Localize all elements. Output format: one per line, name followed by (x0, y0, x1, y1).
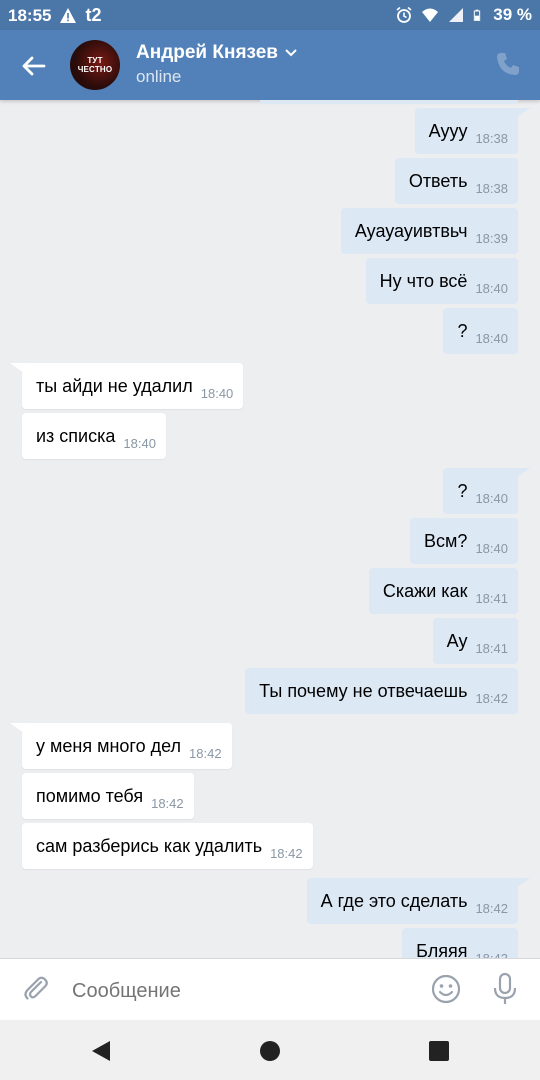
battery-percent: 39 % (493, 5, 532, 24)
message-time: 18:43 (475, 951, 518, 958)
warning-icon (60, 7, 77, 23)
outgoing-message[interactable]: Всм? 18:40 (410, 518, 518, 564)
message-time: 18:40 (123, 436, 156, 451)
incoming-message[interactable]: ты айди не удалил 18:40 (22, 363, 244, 409)
message-text: Ты почему не отвечаешь (259, 681, 468, 701)
outgoing-message[interactable]: Ну что всё 18:40 (365, 258, 518, 304)
bubble-tail (516, 108, 530, 118)
message-time: 18:40 (200, 386, 234, 401)
triangle-back-icon[interactable] (88, 1038, 114, 1064)
smiley-icon[interactable] (430, 973, 462, 1005)
message-text: Ауауауивтвьч (354, 221, 468, 241)
message-time: 18:40 (475, 281, 508, 296)
avatar-logo: ТУТ ЧЕСТНО (77, 56, 113, 74)
message-time: 18:41 (475, 591, 508, 606)
carrier-label: t2 (85, 5, 102, 25)
message-time: 18:42 (270, 846, 303, 861)
outgoing-message[interactable]: Ауауауивтвьч 18:39 (340, 208, 518, 254)
bubble-tail (516, 878, 530, 888)
outgoing-message[interactable]: Бляяя 18:43 (402, 928, 518, 958)
wifi-icon (422, 8, 439, 22)
chat-header: ТУТ ЧЕСТНО Андрей Князев online (0, 30, 540, 100)
message-time: 18:42 (475, 901, 508, 916)
message-text: Аууу (428, 121, 468, 141)
message-time: 18:42 (189, 746, 222, 761)
message-time: 18:40 (475, 491, 508, 506)
system-nav-bar (0, 1020, 540, 1080)
message-text: ? (457, 321, 468, 341)
outgoing-message[interactable]: А где это сделать 18:42 (306, 878, 518, 924)
message-time: 18:38 (475, 181, 508, 196)
status-bar: 18:55 t2 39 % (0, 0, 540, 30)
paperclip-icon[interactable] (20, 973, 52, 1005)
incoming-message[interactable]: сам разберись как удалить 18:42 (22, 823, 313, 869)
message-text: ты айди не удалил (36, 376, 193, 396)
bubble-tail (10, 723, 24, 733)
message-text: помимо тебя (36, 786, 144, 806)
outgoing-message-partial (260, 100, 518, 104)
message-time: 18:42 (475, 691, 508, 706)
alarm-icon (396, 6, 412, 23)
contact-status: online (136, 67, 182, 86)
outgoing-message[interactable]: ? 18:40 (443, 468, 518, 514)
message-time: 18:38 (475, 131, 508, 146)
message-text: из списка (36, 426, 116, 446)
phone-icon[interactable] (494, 50, 522, 78)
outgoing-message[interactable]: Скажи как 18:41 (368, 568, 518, 614)
microphone-icon[interactable] (490, 972, 520, 1006)
message-list[interactable]: Аууу 18:38 Ответь 18:38 Ауауауивтвьч 18:39 Ну … (0, 100, 540, 958)
message-text: Ну что всё (379, 271, 468, 291)
avatar[interactable]: ТУТ ЧЕСТНО (70, 40, 120, 90)
message-text: А где это сделать (320, 891, 468, 911)
chevron-down-icon (285, 49, 297, 57)
back-arrow-icon[interactable] (18, 50, 50, 82)
message-text: сам разберись как удалить (36, 836, 263, 856)
message-time: 18:40 (475, 331, 508, 346)
battery-icon (474, 9, 481, 21)
message-text: ? (457, 481, 468, 501)
outgoing-message[interactable]: Аууу 18:38 (414, 108, 518, 154)
message-text: Бляяя (416, 941, 468, 958)
circle-home-icon[interactable] (257, 1038, 283, 1064)
message-time: 18:39 (475, 231, 508, 246)
status-time: 18:55 (8, 5, 52, 25)
message-text: Скажи как (382, 581, 468, 601)
incoming-message[interactable]: помимо тебя 18:42 (22, 773, 194, 819)
message-time: 18:41 (475, 641, 508, 656)
message-composer (0, 958, 540, 1020)
outgoing-message[interactable]: Ты почему не отвечаешь 18:42 (245, 668, 518, 714)
square-recent-icon[interactable] (426, 1038, 452, 1064)
message-time: 18:42 (151, 796, 184, 811)
message-text: Ответь (408, 171, 468, 191)
message-input[interactable] (72, 977, 402, 1005)
outgoing-message[interactable]: ? 18:40 (443, 308, 518, 354)
message-time: 18:40 (475, 541, 508, 556)
signal-icon (449, 8, 464, 22)
message-text: Ау (446, 631, 468, 651)
message-text: у меня много дел (36, 736, 182, 756)
contact-name[interactable]: Андрей Князев (136, 42, 298, 64)
outgoing-message[interactable]: Ау 18:41 (432, 618, 518, 664)
incoming-message[interactable]: из списка 18:40 (22, 413, 166, 459)
message-text: Всм? (424, 531, 468, 551)
incoming-message[interactable]: у меня много дел 18:42 (22, 723, 232, 769)
outgoing-message[interactable]: Ответь 18:38 (394, 158, 518, 204)
bubble-tail (516, 468, 530, 478)
bubble-tail (10, 363, 24, 373)
